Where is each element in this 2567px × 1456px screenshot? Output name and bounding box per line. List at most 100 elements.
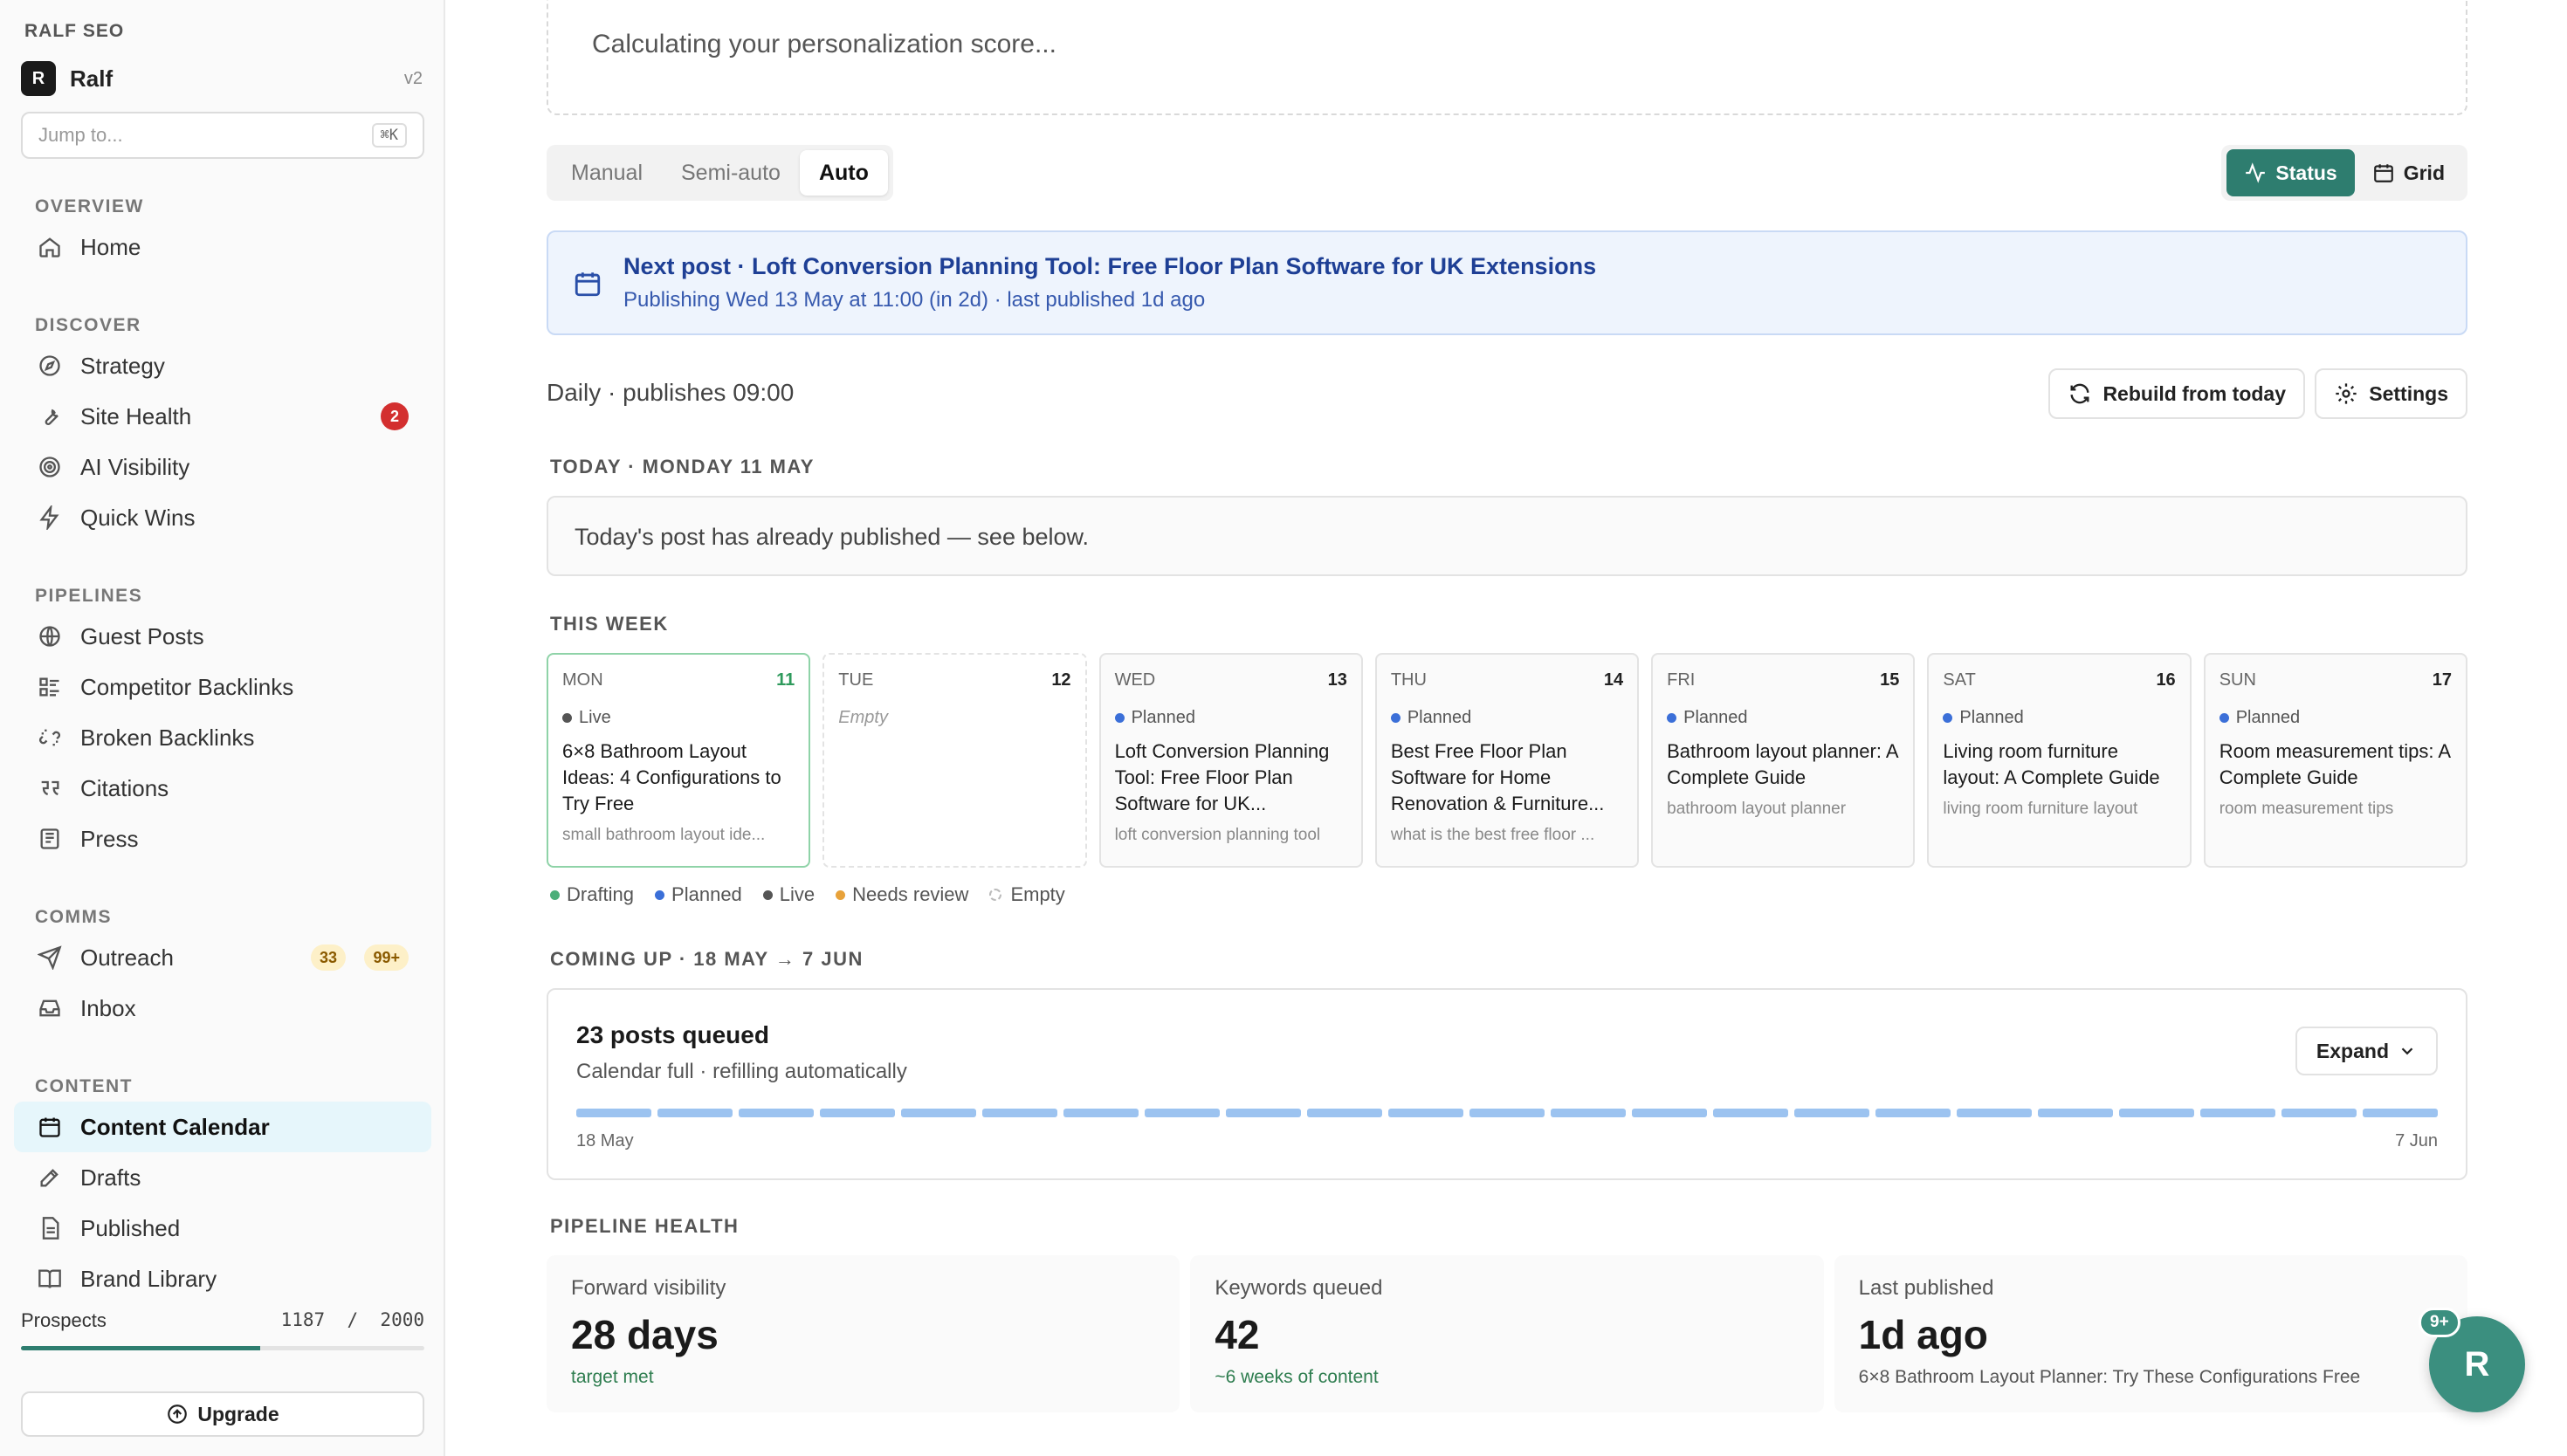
nav-heading: DISCOVER xyxy=(35,315,141,335)
prospects-progress-bar xyxy=(21,1346,424,1350)
day-number: 13 xyxy=(1327,670,1347,690)
post-title: 6×8 Bathroom Layout Ideas: 4 Configurati… xyxy=(562,740,781,814)
compass-icon xyxy=(37,353,63,379)
day-number: 11 xyxy=(776,670,795,690)
sidebar-item-guest-posts[interactable]: Guest Posts xyxy=(14,611,431,662)
sidebar-item-inbox[interactable]: Inbox xyxy=(14,983,431,1034)
day-of-week: WED xyxy=(1114,670,1156,690)
post-title: Loft Conversion Planning Tool: Free Floo… xyxy=(1114,740,1330,814)
post-status: Planned xyxy=(1390,708,1623,728)
day-card-thu[interactable]: THU 14 Planned Best Free Floor Plan Softw… xyxy=(1374,653,1640,868)
drafting-dot xyxy=(550,889,560,900)
sidebar-item-outreach[interactable]: Outreach 33 99+ xyxy=(14,932,431,983)
day-number: 12 xyxy=(1051,670,1071,690)
sidebar-item-home[interactable]: Home xyxy=(14,222,431,272)
jump-to-field[interactable]: ⌘K xyxy=(21,112,424,159)
sidebar-item-drafts[interactable]: Drafts xyxy=(14,1152,431,1203)
sidebar-item-strategy[interactable]: Strategy xyxy=(14,340,431,391)
status-view-button[interactable]: Status xyxy=(2226,149,2355,196)
grid-view-button[interactable]: Grid xyxy=(2355,149,2462,196)
legend-item-empty: Empty xyxy=(989,883,1065,906)
day-card-fri[interactable]: FRI 15 Planned Bathroom layout planner: A… xyxy=(1651,653,1916,868)
queue-segment xyxy=(820,1109,895,1117)
queue-segment xyxy=(901,1109,976,1117)
legend-label: Live xyxy=(779,883,816,905)
day-card-sat[interactable]: SAT 16 Planned Living room furniture layo… xyxy=(1927,653,2192,868)
grid-view-label: Grid xyxy=(2403,161,2445,184)
day-card-sun[interactable]: SUN 17 Planned Room measurement tips: A C… xyxy=(2203,653,2467,868)
day-card-tue[interactable]: TUE 12 Empty xyxy=(822,653,1087,868)
post-keyword: living room furniture layout xyxy=(1943,800,2138,818)
sidebar-item-published[interactable]: Published xyxy=(14,1203,431,1253)
next-post-title: Next post · Loft Conversion Planning Too… xyxy=(623,253,1597,279)
stat-note: target met xyxy=(571,1367,654,1387)
live-status-dot xyxy=(562,713,572,723)
stat-label: Last published xyxy=(1858,1276,1994,1300)
inbox-icon xyxy=(37,995,63,1021)
sidebar-item-site-health[interactable]: Site Health 2 xyxy=(14,391,431,442)
nav-heading: CONTENT xyxy=(35,1076,133,1096)
site-health-count-badge: 2 xyxy=(381,402,409,430)
queue-title: 23 posts queued xyxy=(576,1021,769,1048)
sidebar-item-broken-backlinks[interactable]: Broken Backlinks xyxy=(14,712,431,763)
today-card: Today's post has already published — see… xyxy=(547,496,2467,576)
live-dot xyxy=(762,889,773,900)
expand-button[interactable]: Expand xyxy=(2295,1027,2438,1075)
queue-segment xyxy=(1388,1109,1463,1117)
tab-manual[interactable]: Manual xyxy=(552,150,662,196)
upgrade-icon xyxy=(168,1404,188,1424)
sidebar-item-ai-visibility[interactable]: AI Visibility xyxy=(14,442,431,492)
day-number: 17 xyxy=(2432,670,2452,690)
sidebar-item-competitor-backlinks[interactable]: Competitor Backlinks xyxy=(14,662,431,712)
stat-keywords-queued: Keywords queued 42 ~6 weeks of content xyxy=(1190,1255,1824,1412)
prospects-meter: Prospects 1187 / 2000 xyxy=(21,1309,424,1350)
wrench-icon xyxy=(37,403,63,429)
legend-item-drafting: Drafting xyxy=(550,883,634,906)
coming-up-heading: COMING UP · 18 MAY → 7 JUN xyxy=(550,948,864,970)
sidebar-item-label: Drafts xyxy=(80,1164,141,1191)
needs-review-dot xyxy=(836,889,846,900)
workspace-switcher[interactable]: R Ralf v2 xyxy=(21,61,423,96)
planned-dot xyxy=(655,889,665,900)
pen-icon xyxy=(37,1164,63,1191)
post-title: Bathroom layout planner: A Complete Guid… xyxy=(1667,740,1898,788)
sidebar-item-quick-wins[interactable]: Quick Wins xyxy=(14,492,431,543)
rebuild-button[interactable]: Rebuild from today xyxy=(2048,368,2305,419)
tab-auto[interactable]: Auto xyxy=(799,150,888,196)
tab-semi-auto[interactable]: Semi-auto xyxy=(662,150,800,196)
sidebar-item-label: Citations xyxy=(80,774,169,801)
jump-to-input[interactable] xyxy=(38,124,372,147)
sidebar-item-brand-library[interactable]: Brand Library xyxy=(14,1253,431,1304)
calendar-grid-icon xyxy=(2373,164,2393,182)
nav-heading: OVERVIEW xyxy=(35,196,144,216)
nav-heading: COMMS xyxy=(35,907,112,927)
next-post-banner[interactable]: Next post · Loft Conversion Planning Too… xyxy=(547,230,2467,335)
sidebar-item-label: AI Visibility xyxy=(80,453,190,480)
document-icon xyxy=(37,1215,63,1241)
legend-label: Empty xyxy=(1010,883,1065,905)
queue-segment xyxy=(1063,1109,1139,1117)
next-post-subtitle: Publishing Wed 13 May at 11:00 (in 2d) ·… xyxy=(623,288,1206,312)
queue-segment xyxy=(739,1109,814,1117)
gear-icon xyxy=(2336,383,2357,404)
stat-label: Forward visibility xyxy=(571,1276,726,1300)
status-view-label: Status xyxy=(2275,161,2337,184)
sidebar-item-citations[interactable]: Citations xyxy=(14,763,431,814)
post-status: Live xyxy=(562,708,795,728)
view-toggle: Status Grid xyxy=(2221,145,2467,201)
shortcut-hint: ⌘K xyxy=(371,123,407,148)
settings-button[interactable]: Settings xyxy=(2315,368,2467,419)
sidebar-item-content-calendar[interactable]: Content Calendar xyxy=(14,1102,431,1152)
book-icon xyxy=(37,1266,63,1292)
stat-value: 42 xyxy=(1215,1312,1260,1357)
upgrade-button[interactable]: Upgrade xyxy=(21,1391,424,1437)
expand-label: Expand xyxy=(2316,1039,2389,1062)
day-card-wed[interactable]: WED 13 Planned Loft Conversion Planning T… xyxy=(1098,653,1363,868)
day-card-mon[interactable]: MON 11 Live 6×8 Bathroom Layout Ideas: 4 … xyxy=(547,653,811,868)
outreach-overflow-badge: 99+ xyxy=(364,944,409,971)
prospects-total: 2000 xyxy=(380,1309,424,1330)
stat-note: ~6 weeks of content xyxy=(1215,1367,1379,1387)
day-number: 15 xyxy=(1880,670,1900,690)
day-of-week: TUE xyxy=(838,670,874,690)
sidebar-item-press[interactable]: Press xyxy=(14,814,431,864)
